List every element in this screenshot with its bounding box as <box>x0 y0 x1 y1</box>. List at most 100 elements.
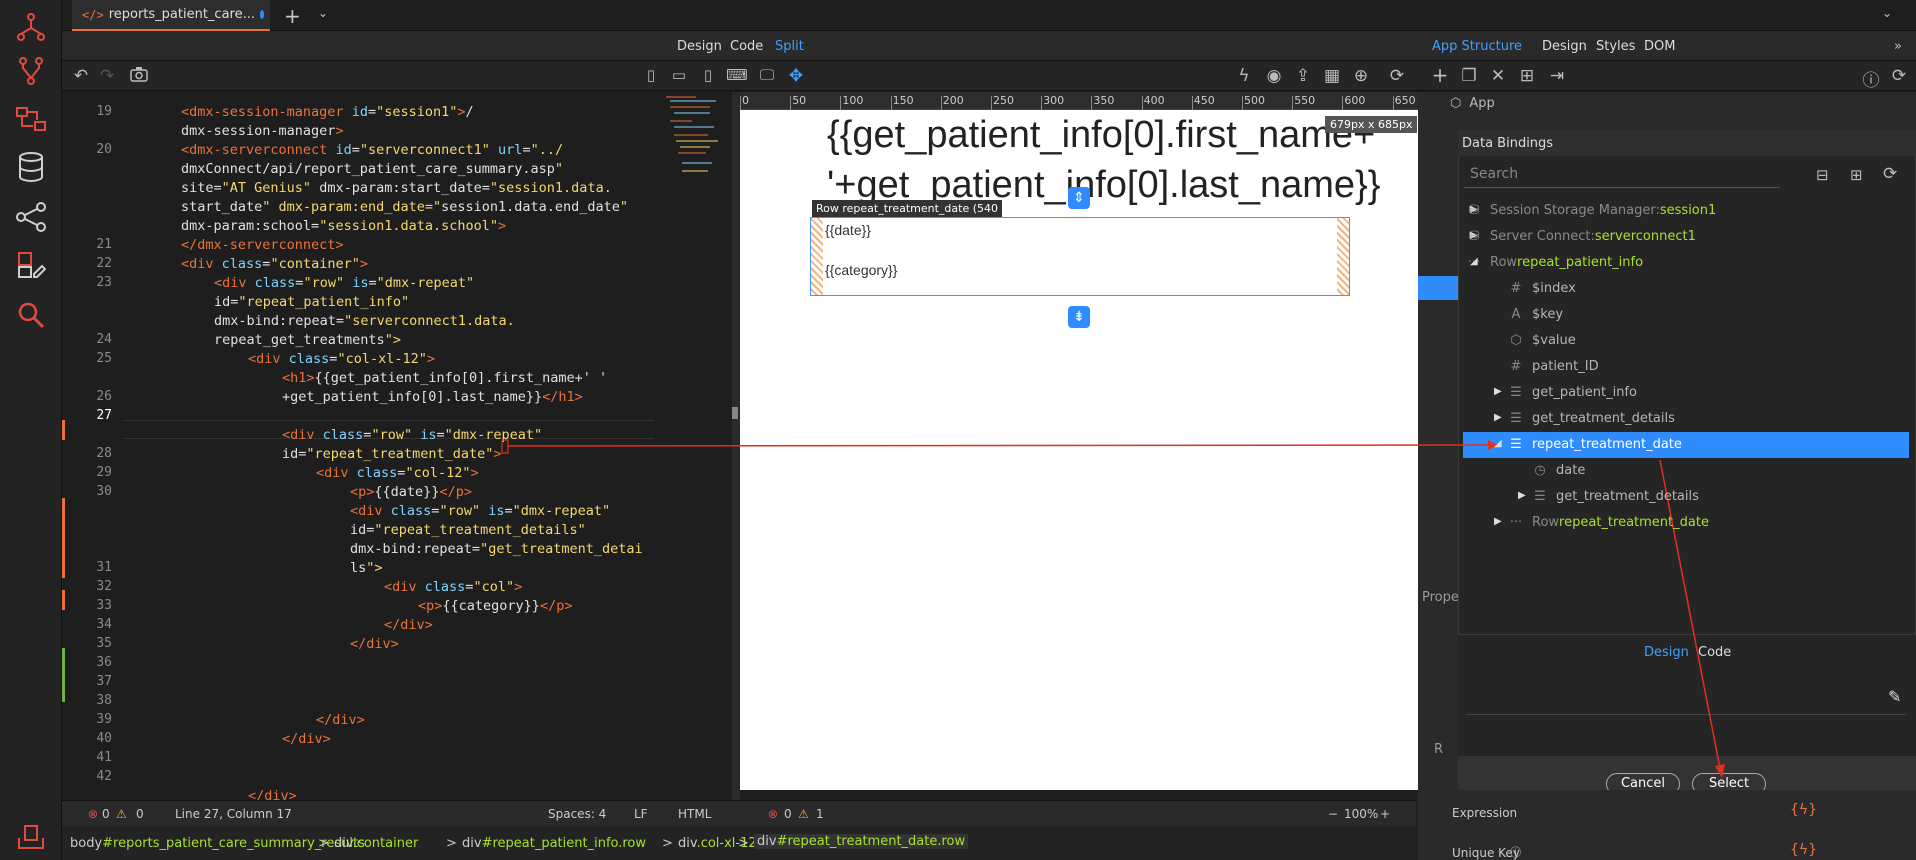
code-line[interactable]: <div class="row" is="dmx-repeat" <box>350 503 610 519</box>
line-number[interactable]: 40 <box>96 731 112 746</box>
tab-styles[interactable]: Styles <box>1596 39 1635 54</box>
divider-handle[interactable] <box>732 407 738 419</box>
binding-tree-item[interactable]: A $key <box>1508 302 1563 326</box>
line-number[interactable]: 26 <box>96 389 112 404</box>
canvas-error-count[interactable]: 0 <box>784 807 792 821</box>
code-line[interactable]: </dmx-serverconnect> <box>181 237 344 253</box>
duplicate-icon[interactable]: ❐ <box>1458 66 1480 86</box>
code-line[interactable]: <div class="col-xl-12"> <box>248 351 435 367</box>
help-icon[interactable]: ⓘ <box>1860 66 1882 91</box>
mode-code[interactable]: Code <box>730 39 763 54</box>
line-number[interactable]: 19 <box>96 104 112 119</box>
cursor-position[interactable]: Line 27, Column 17 <box>175 807 292 821</box>
desktop-view-icon[interactable]: 🖵 <box>756 66 778 84</box>
code-line[interactable]: id="repeat_treatment_details" <box>350 522 586 538</box>
code-line[interactable]: <div class="row" is="dmx-repeat" <box>282 427 542 443</box>
line-number[interactable]: 41 <box>96 750 112 765</box>
indent-setting[interactable]: Spaces: 4 <box>548 807 606 821</box>
mode-split[interactable]: Split <box>775 39 804 54</box>
binding-tree-item[interactable]: ⛁ Server Connect: serverconnect1 <box>1466 224 1696 248</box>
zoom-out-icon[interactable]: − <box>1328 807 1338 821</box>
binding-tree-item[interactable]: ◷ date <box>1532 458 1585 482</box>
expression-bind-icon[interactable]: {ϟ} <box>1790 802 1817 818</box>
code-line[interactable]: <div class="row" is="dmx-repeat" <box>214 275 474 291</box>
binding-tab-design[interactable]: Design <box>1644 645 1689 660</box>
workflows-icon[interactable] <box>12 100 50 138</box>
line-number[interactable]: 25 <box>96 351 112 366</box>
collapse-panel-icon[interactable]: » <box>1894 39 1902 54</box>
delete-icon[interactable]: ✕ <box>1487 66 1509 86</box>
line-number[interactable]: 27 <box>96 408 112 423</box>
line-number[interactable]: 42 <box>96 769 112 784</box>
phone-landscape-view-icon[interactable]: ▭ <box>668 66 690 84</box>
expand-arrow-icon[interactable]: ▶ <box>1494 386 1502 397</box>
output-icon[interactable] <box>12 818 50 856</box>
refresh-icon[interactable]: ⟳ <box>1386 66 1408 86</box>
search-icon[interactable] <box>12 296 50 334</box>
redo-icon[interactable]: ↷ <box>96 66 118 86</box>
undo-icon[interactable]: ↶ <box>70 66 92 86</box>
breadcrumb-item[interactable]: div#repeat_treatment_date.row <box>754 834 969 849</box>
git-icon[interactable] <box>12 52 50 90</box>
editor-icon[interactable] <box>12 246 50 284</box>
binding-tree-item[interactable]: ☰ get_patient_info <box>1508 380 1637 404</box>
breadcrumb-item[interactable]: div.container <box>334 836 418 851</box>
preview-eye-icon[interactable]: ◉ <box>1263 66 1285 86</box>
binding-tree-item[interactable]: ☰ get_treatment_details <box>1532 484 1699 508</box>
line-number[interactable]: 30 <box>96 484 112 499</box>
line-number[interactable]: 31 <box>96 560 112 575</box>
zoom-icon[interactable]: ⊕ <box>1350 66 1372 86</box>
bindings-search-input[interactable]: Search <box>1464 162 1780 188</box>
camera-icon[interactable] <box>128 66 150 87</box>
fluid-view-icon[interactable]: ✥ <box>785 66 807 86</box>
code-line[interactable]: id="repeat_patient_info" <box>214 294 409 310</box>
tab-dom[interactable]: DOM <box>1644 39 1675 54</box>
code-line[interactable]: dmx-param:school="session1.data.school"> <box>181 218 506 234</box>
line-number[interactable]: 28 <box>96 446 112 461</box>
tab-list-chevron-icon[interactable]: ⌄ <box>318 6 328 20</box>
line-number[interactable]: 21 <box>96 237 112 252</box>
code-line[interactable]: dmxConnect/api/report_patient_care_summa… <box>181 161 563 177</box>
code-line[interactable]: <div class="container"> <box>181 256 368 272</box>
code-line[interactable]: <p>{{date}}</p> <box>350 484 472 500</box>
new-tab-icon[interactable]: + <box>284 4 301 28</box>
line-number[interactable]: 32 <box>96 579 112 594</box>
wrap-icon[interactable]: ⊞ <box>1516 66 1538 86</box>
breadcrumb-item[interactable]: div#repeat_patient_info.row <box>462 836 646 851</box>
language-mode[interactable]: HTML <box>678 807 711 821</box>
warning-count[interactable]: 0 <box>136 807 144 821</box>
code-line[interactable]: </div> <box>350 636 399 652</box>
line-number[interactable]: 37 <box>96 674 112 689</box>
code-line[interactable]: <h1>{{get_patient_info[0].first_name+' ' <box>282 370 607 386</box>
binding-tree-item[interactable]: ··· Row repeat_patient_info <box>1466 250 1643 274</box>
code-line[interactable]: </div> <box>282 731 331 747</box>
line-number[interactable]: 36 <box>96 655 112 670</box>
zoom-level[interactable]: 100% <box>1344 807 1378 821</box>
code-line[interactable]: <div class="col-12"> <box>316 465 479 481</box>
zoom-in-icon[interactable]: + <box>1380 807 1390 821</box>
code-editor[interactable]: <dmx-session-manager id="session1">/ dmx-… <box>124 92 654 800</box>
selected-row-box[interactable]: {{date}} {{category}} <box>810 217 1350 296</box>
preview-date-text[interactable]: {{date}} <box>825 222 871 238</box>
binding-tree-item[interactable]: ⬡ $value <box>1508 328 1575 352</box>
preview-category-text[interactable]: {{category}} <box>825 262 897 278</box>
mode-design[interactable]: Design <box>677 39 722 54</box>
code-line[interactable]: dmx-bind:repeat="serverconnect1.data. <box>214 313 515 329</box>
binding-expression-input[interactable] <box>1466 679 1906 715</box>
file-tab[interactable]: </> reports_patient_care... <box>72 0 270 31</box>
binding-tree-item[interactable]: # $index <box>1508 276 1576 300</box>
sync-icon[interactable]: ⟳ <box>1888 66 1910 86</box>
tab-app-structure[interactable]: App Structure <box>1432 39 1522 54</box>
move-up-handle-icon[interactable]: ⇕ <box>1068 187 1090 209</box>
line-ending[interactable]: LF <box>634 807 648 821</box>
phone-view-icon[interactable]: ▯ <box>640 66 662 84</box>
code-line[interactable]: ls"> <box>350 560 383 576</box>
line-number[interactable]: 22 <box>96 256 112 271</box>
move-out-icon[interactable]: ⇥ <box>1546 66 1568 86</box>
code-line[interactable]: </div> <box>384 617 433 633</box>
code-line[interactable]: site="AT Genius" dmx-param:start_date="s… <box>181 180 612 196</box>
binding-tree-item[interactable]: ··· Row repeat_treatment_date <box>1508 510 1709 534</box>
code-line[interactable]: repeat_get_treatments"> <box>214 332 401 348</box>
code-line[interactable]: <p>{{category}}</p> <box>418 598 572 614</box>
expand-arrow-icon[interactable]: ▶ <box>1518 490 1526 501</box>
